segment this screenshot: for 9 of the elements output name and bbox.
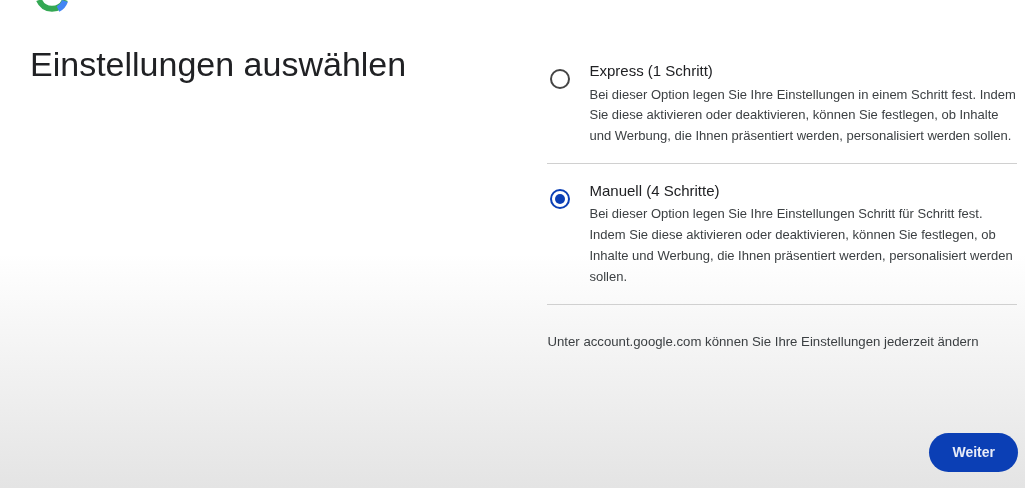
option-description: Bei dieser Option legen Sie Ihre Einstellungen in einem Schritt fest. Indem Sie diese aktivieren oder deaktivieren, können Sie festlegen, ob Inhalte und Werbung, die Ihnen präsentiert werden, personalisiert werden sollen.: [589, 85, 1017, 146]
radio-button[interactable]: [549, 187, 572, 210]
option-label: Express (1 Schritt): [589, 61, 714, 81]
next-button[interactable]: Weiter: [929, 433, 1018, 472]
page-title: Einstellungen auswählen: [30, 44, 408, 85]
option-description: Bei dieser Option legen Sie Ihre Einstellungen Schritt für Schritt fest. Indem Sie diese aktivieren oder deaktivieren, können Sie festlegen, ob Inhalte und Werbung, die Ihnen präsentiert werden, personalisiert werden sollen.: [589, 205, 1014, 286]
info-text: Unter account.google.com können Sie Ihre Einstellungen jederzeit ändern: [547, 332, 980, 351]
option-label: Manuell (4 Schritte): [589, 180, 721, 201]
radio-button[interactable]: [549, 68, 572, 90]
